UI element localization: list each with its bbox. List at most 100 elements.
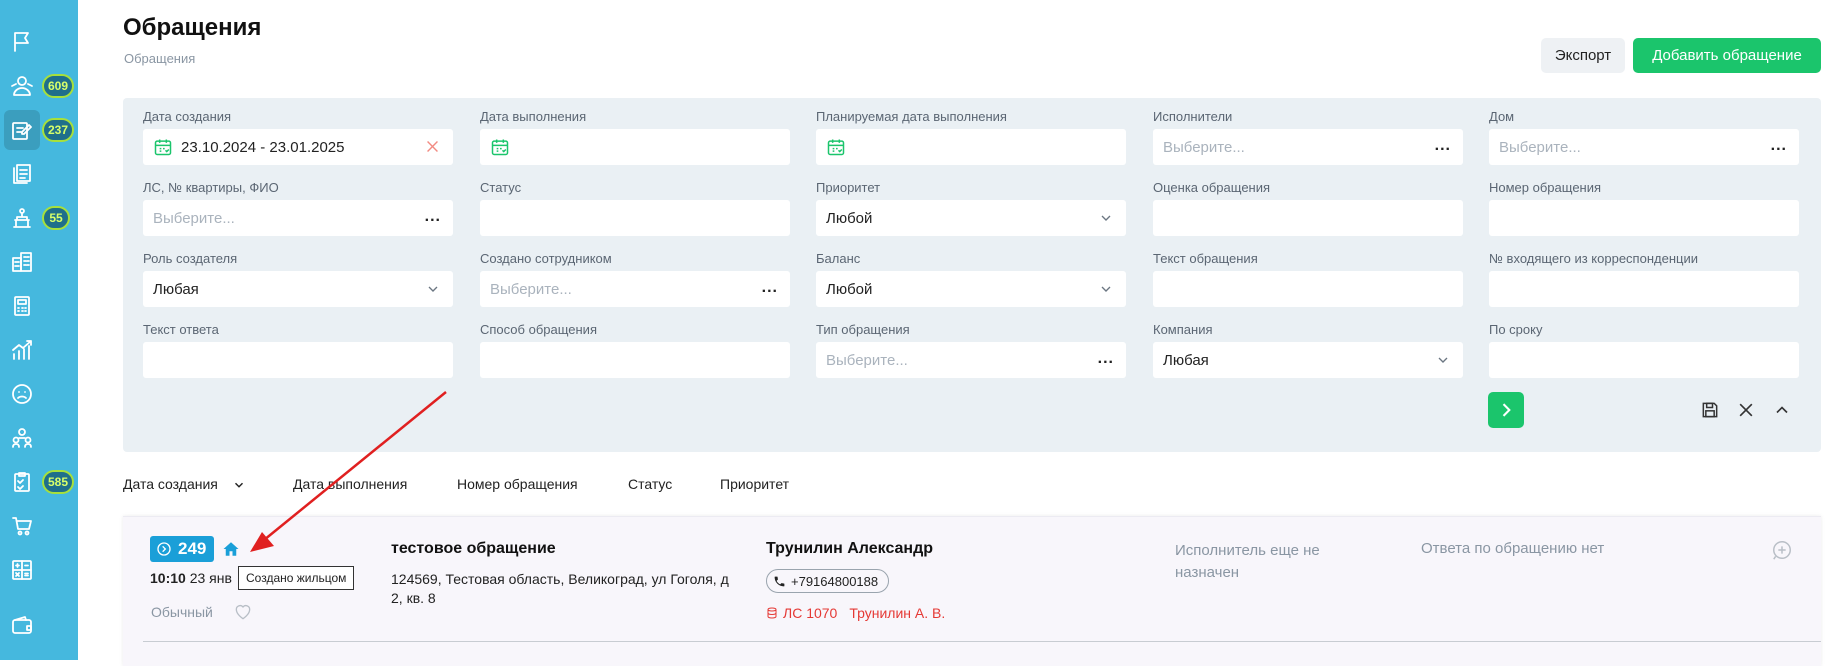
filter-label: Текст обращения: [1153, 251, 1258, 266]
heart-icon[interactable]: [233, 602, 253, 622]
building-icon: [8, 248, 36, 276]
more-dots-icon[interactable]: ...: [425, 208, 441, 226]
sidebar-item-team[interactable]: [0, 416, 78, 460]
phone-chip[interactable]: +79164800188: [766, 569, 890, 593]
breadcrumb[interactable]: Обращения: [124, 51, 195, 66]
documents-icon: [8, 160, 36, 188]
request-type-select[interactable]: Выберите... ...: [816, 342, 1126, 378]
filter-label: Текст ответа: [143, 322, 219, 337]
filter-label: Способ обращения: [480, 322, 597, 337]
sidebar-item-shop[interactable]: [0, 504, 78, 548]
calculator-icon: [8, 292, 36, 320]
sidebar-item-calculator[interactable]: [0, 284, 78, 328]
priority-select[interactable]: Любой: [816, 200, 1126, 236]
sidebar-item-wallet[interactable]: [0, 604, 78, 648]
sort-created-date[interactable]: Дата создания: [123, 476, 246, 492]
filter-label: Статус: [480, 180, 522, 195]
answer-text-input[interactable]: [143, 342, 453, 378]
chevron-up-icon[interactable]: [1772, 400, 1792, 420]
more-dots-icon[interactable]: ...: [1098, 350, 1114, 368]
account-select[interactable]: Выберите... ...: [143, 200, 453, 236]
planned-date-input[interactable]: [816, 129, 1126, 165]
sidebar-item-tariffs[interactable]: [0, 548, 78, 592]
sort-number[interactable]: Номер обращения: [457, 476, 578, 492]
executors-select[interactable]: Выберите... ...: [1153, 129, 1463, 165]
calendar-icon: [827, 139, 845, 156]
sort-priority[interactable]: Приоритет: [720, 476, 789, 492]
sidebar: 609 237 55 585: [0, 0, 78, 660]
sidebar-item-documents[interactable]: [0, 152, 78, 196]
more-dots-icon[interactable]: ...: [762, 279, 778, 297]
save-icon[interactable]: [1700, 400, 1720, 420]
incoming-number-input[interactable]: [1489, 271, 1799, 307]
add-comment-icon[interactable]: [1771, 539, 1793, 561]
request-method-select[interactable]: [480, 342, 790, 378]
filter-label: Тип обращения: [816, 322, 910, 337]
house-select[interactable]: Выберите... ...: [1489, 129, 1799, 165]
request-number-badge[interactable]: 249: [150, 536, 215, 562]
sidebar-item-requests[interactable]: 237: [0, 108, 78, 152]
export-button[interactable]: Экспорт: [1541, 38, 1625, 73]
team-icon: [8, 424, 36, 452]
sidebar-item-buildings[interactable]: [0, 240, 78, 284]
request-card[interactable]: [123, 516, 1821, 666]
cart-icon: [8, 512, 36, 540]
rating-input[interactable]: [1153, 200, 1463, 236]
page-title: Обращения: [123, 14, 262, 41]
account-link[interactable]: ЛС 1070 Трунилин А. В.: [766, 605, 945, 621]
phone-icon: [774, 576, 785, 586]
sidebar-badge: 55: [42, 206, 70, 230]
chevron-down-icon: [234, 483, 243, 489]
creator-role-select[interactable]: Любая: [143, 271, 453, 307]
done-date-input[interactable]: [480, 129, 790, 165]
edit-request-icon: [4, 110, 40, 150]
sort-status[interactable]: Статус: [628, 476, 672, 492]
analytics-icon: [8, 336, 36, 364]
created-date-input[interactable]: 23.10.2024 - 23.01.2025: [143, 129, 453, 165]
request-subject[interactable]: тестовое обращение: [391, 540, 556, 558]
filter-label: Компания: [1153, 322, 1213, 337]
filter-label: Дата выполнения: [480, 109, 587, 124]
balance-select[interactable]: Любой: [816, 271, 1126, 307]
executor-status: Исполнитель еще не назначен: [1175, 542, 1320, 581]
house-icon[interactable]: [222, 540, 240, 558]
more-dots-icon[interactable]: ...: [1435, 137, 1451, 155]
filter-label: Номер обращения: [1489, 180, 1602, 195]
sidebar-item-services[interactable]: 55: [0, 196, 78, 240]
filter-label: Планируемая дата выполнения: [816, 109, 1007, 124]
more-dots-icon[interactable]: ...: [1771, 137, 1787, 155]
calendar-icon: [491, 139, 509, 156]
sidebar-item-tasks[interactable]: 585: [0, 460, 78, 504]
sidebar-item-residents[interactable]: 609: [0, 64, 78, 108]
sad-face-icon: [8, 380, 36, 408]
filter-label: Исполнители: [1153, 109, 1233, 124]
filter-label: Дата создания: [143, 109, 232, 124]
close-icon[interactable]: [1736, 400, 1756, 420]
filter-label: По сроку: [1489, 322, 1543, 337]
filter-label: Баланс: [816, 251, 861, 266]
flag-icon: [8, 28, 36, 56]
request-datetime: 10:10 23 янв: [150, 570, 232, 586]
sidebar-badge: 609: [42, 74, 75, 98]
chevron-circle-icon: [157, 542, 171, 556]
request-text-input[interactable]: [1153, 271, 1463, 307]
sidebar-item-flag[interactable]: [0, 20, 78, 64]
created-by-employee-select[interactable]: Выберите... ...: [480, 271, 790, 307]
request-number-input[interactable]: [1489, 200, 1799, 236]
sort-done-date[interactable]: Дата выполнения: [293, 476, 407, 492]
service-icon: [8, 204, 36, 232]
applicant-name[interactable]: Трунилин Александр: [766, 540, 933, 558]
company-select[interactable]: Любая: [1153, 342, 1463, 378]
chevron-down-icon: [428, 286, 438, 292]
filter-label: ЛС, № квартиры, ФИО: [143, 180, 279, 195]
clear-icon[interactable]: [424, 138, 441, 155]
deadline-select[interactable]: [1489, 342, 1799, 378]
chevron-down-icon: [1438, 357, 1448, 363]
sidebar-item-analytics[interactable]: [0, 328, 78, 372]
sidebar-item-complaints[interactable]: [0, 372, 78, 416]
add-request-button[interactable]: Добавить обращение: [1633, 38, 1821, 73]
status-select[interactable]: [480, 200, 790, 236]
apply-filters-button[interactable]: [1488, 392, 1524, 428]
chevron-down-icon: [1101, 286, 1111, 292]
filter-label: № входящего из корреспонденции: [1489, 251, 1698, 266]
